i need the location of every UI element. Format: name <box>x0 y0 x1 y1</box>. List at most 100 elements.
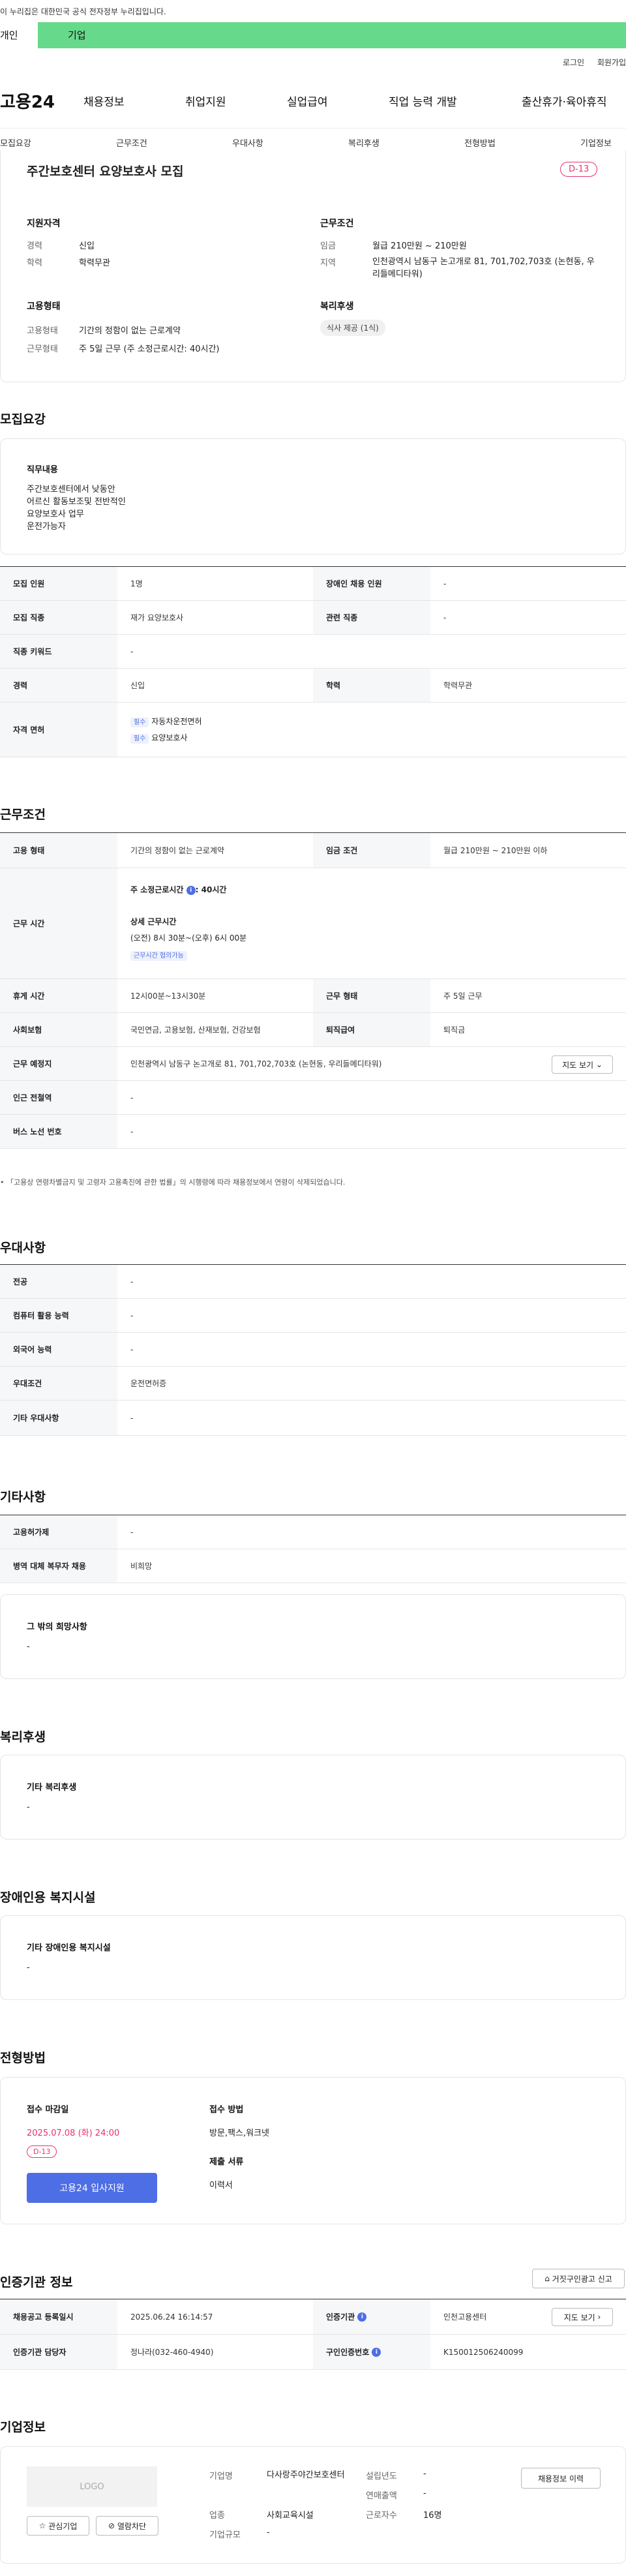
welfare-etc-value: - <box>27 1802 30 1812</box>
size-value: - <box>267 2528 270 2538</box>
conditions-heading: 근무조건 <box>0 808 46 822</box>
table-row: 고용허가제 - <box>0 1515 626 1549</box>
block-button[interactable]: ⊘ 열람차단 <box>96 2516 158 2536</box>
duty-text: 주간보호센터에서 낮동안 어르신 활동보조및 전반적인 요양보호사 업무 운전가능자 <box>27 485 126 532</box>
region-value: 인천광역시 남동구 논고개로 81, 701,702,703호 (논현동, 우리… <box>372 257 595 279</box>
facility-heading: 장애인용 복지시설 <box>0 1890 96 1905</box>
welfare-card: 기타 복리후생 - <box>0 1755 626 1840</box>
deadline-value: 2025.07.08 (화) 24:00 <box>27 2129 120 2138</box>
gnb-item-benefits[interactable]: 실업급여 <box>287 93 328 109</box>
hope-value: - <box>27 1642 30 1652</box>
table-row: 전공 - <box>0 1265 626 1299</box>
facility-value: - <box>27 1963 30 1973</box>
user-type-bar: 개인 기업 <box>0 22 626 48</box>
qual-title: 지원자격 <box>27 219 61 229</box>
tab-preference[interactable]: 우대사항 <box>232 136 263 149</box>
docs-title: 제출 서류 <box>209 2157 244 2167</box>
gnb-item-training[interactable]: 직업 능력 개발 <box>389 93 457 109</box>
tab-recruit[interactable]: 모집요강 <box>0 136 31 149</box>
table-row: 휴게 시간 12시00분~13시30분 근무 형태 주 5일 근무 <box>0 979 626 1013</box>
table-row: 고용 형태 기간의 정함이 없는 근로계약 임금 조건 월급 210만원 ~ 210… <box>0 833 626 868</box>
facility-card: 기타 장애인용 복지시설 - <box>0 1915 626 2000</box>
edu-value: 학력무관 <box>79 258 110 268</box>
history-button[interactable]: 채용정보 이력 <box>521 2468 601 2489</box>
agency-table: 채용공고 등록일시 2025.06.24 16:14:57 인증기관 i 인천고용… <box>0 2299 626 2370</box>
emp-title: 고용형태 <box>27 301 61 312</box>
table-row: 모집 인원 1명 장애인 채용 인원 - <box>0 567 626 601</box>
apply-button[interactable]: 고용24 입사지원 <box>27 2173 157 2203</box>
pref-heading: 우대사항 <box>0 1241 46 1255</box>
table-row: 병역 대체 복무자 채용 비희망 <box>0 1549 626 1583</box>
table-row: 외국어 능력 - <box>0 1333 626 1367</box>
info-icon[interactable]: i <box>357 2312 367 2322</box>
welfare-heading: 복리후생 <box>0 1730 46 1744</box>
work-type-label: 근무형태 <box>27 344 58 354</box>
agency-map-button[interactable]: 지도 보기 › <box>552 2308 613 2326</box>
gov-banner: 이 누리집은 대한민국 공식 전자정부 누리집입니다. <box>0 0 626 22</box>
recruit-table: 모집 인원 1명 장애인 채용 인원 - 모집 직종 재가 요양보호사 관련 직종 - … <box>0 566 626 757</box>
year-value: - <box>423 2469 426 2479</box>
tab-personal[interactable]: 개인 <box>0 22 38 48</box>
docs-value: 이력서 <box>209 2181 233 2190</box>
job-title: 주간보호센터 요양보호사 모집 <box>27 164 184 179</box>
login-link[interactable]: 로그인 <box>563 58 584 67</box>
edu-label: 학력 <box>27 258 42 268</box>
block-icon: ⊘ <box>108 2521 115 2530</box>
table-row: 직종 키워드 - <box>0 635 626 669</box>
table-row: 경력 신입 학력 학력무관 <box>0 669 626 703</box>
table-row: 컴퓨터 활용 능력 - <box>0 1299 626 1333</box>
tab-selection[interactable]: 전형방법 <box>464 136 496 149</box>
info-icon[interactable]: i <box>186 885 196 895</box>
sales-value: - <box>423 2489 426 2498</box>
license-list: 필수 자동차운전면허 필수 요양보호사 <box>130 716 202 744</box>
deadline-title: 접수 마감일 <box>27 2105 69 2115</box>
site-logo[interactable]: 고용24 <box>0 89 55 113</box>
work-type-value: 주 5일 근무 (주 소정근로시간: 40시간) <box>79 344 220 354</box>
gnb-item-leave[interactable]: 출산휴가·육아휴직 <box>522 93 607 109</box>
method-value: 방문,팩스,워크넷 <box>209 2129 269 2138</box>
tab-company[interactable]: 기업정보 <box>580 136 612 149</box>
tab-conditions[interactable]: 근무조건 <box>116 136 147 149</box>
emp-count-value: 16명 <box>423 2511 442 2521</box>
favorite-button[interactable]: ☆ 관심기업 <box>27 2516 89 2536</box>
agency-heading: 인증기관 정보 <box>0 2275 73 2290</box>
star-icon: ☆ <box>38 2521 46 2530</box>
etc-heading: 기타사항 <box>0 1490 46 1504</box>
welfare-title: 복리후생 <box>320 301 354 312</box>
tab-welfare[interactable]: 복리후생 <box>348 136 380 149</box>
hope-title: 그 밖의 희망사항 <box>27 1622 87 1632</box>
map-button[interactable]: 지도 보기 ⌄ <box>552 1055 613 1074</box>
tab-company[interactable]: 기업 <box>68 28 86 42</box>
region-label: 지역 <box>320 258 336 268</box>
hope-card: 그 밖의 희망사항 - <box>0 1594 626 1679</box>
emp-type-label: 고용형태 <box>27 326 58 336</box>
duty-card: 직무내용 주간보호센터에서 낮동안 어르신 활동보조및 전반적인 요양보호사 업무 운… <box>0 438 626 554</box>
info-icon[interactable]: i <box>372 2347 381 2357</box>
table-row: 인증기관 담당자 정나라(032-460-4940) 구인인증번호 i K1500… <box>0 2335 626 2370</box>
size-label: 기업규모 <box>209 2530 241 2540</box>
table-row: 자격 면허 필수 자동차운전면허 필수 요양보호사 <box>0 703 626 757</box>
report-button[interactable]: ⌂ 거짓구인광고 신고 <box>532 2269 625 2288</box>
emp-count-label: 근로자수 <box>366 2511 397 2521</box>
table-row: 버스 노선 번호 - <box>0 1115 626 1149</box>
table-row: 기타 우대사항 - <box>0 1401 626 1436</box>
duty-title: 직무내용 <box>27 465 58 475</box>
join-link[interactable]: 회원가입 <box>597 58 626 67</box>
wage-value: 월급 210만원 ~ 210만원 <box>372 241 467 251</box>
gnb-item-jobs[interactable]: 채용정보 <box>83 93 125 109</box>
gnb-item-support[interactable]: 취업지원 <box>185 93 226 109</box>
deadline-dday: D-13 <box>27 2145 57 2158</box>
table-row: 근무 예정지 인천광역시 남동구 논고개로 81, 701,702,703호 (논… <box>0 1047 626 1081</box>
biz-label: 업종 <box>209 2511 225 2521</box>
table-row: 사회보험 국민연금, 고용보험, 산재보험, 건강보험 퇴직급여 퇴직금 <box>0 1013 626 1047</box>
summary-card: 주간보호센터 요양보호사 모집 D-13 지원자격 경력 신입 학력 학력무관 … <box>0 150 626 382</box>
cond-title: 근무조건 <box>320 219 354 229</box>
work-hours-detail: 주 소정근로시간 i: 40시간 상세 근무시간 (오전) 8시 30분~(오후… <box>130 885 247 961</box>
emp-type-value: 기간의 정함이 없는 근로계약 <box>79 326 181 336</box>
home-icon: ⌂ <box>544 2274 550 2283</box>
apply-card: 접수 마감일 2025.07.08 (화) 24:00 D-13 고용24 입사… <box>0 2077 626 2224</box>
pref-table: 전공 - 컴퓨터 활용 능력 - 외국어 능력 - 우대조건 운전면허증 기타 우대사항… <box>0 1264 626 1436</box>
top-links: 로그인 회원가입 <box>552 57 626 68</box>
company-name: 다사랑주야간보호센터 <box>267 2470 345 2480</box>
company-card: LOGO ☆ 관심기업 ⊘ 열람차단 기업명 다사랑주야간보호센터 업종 사회교… <box>0 2446 626 2564</box>
